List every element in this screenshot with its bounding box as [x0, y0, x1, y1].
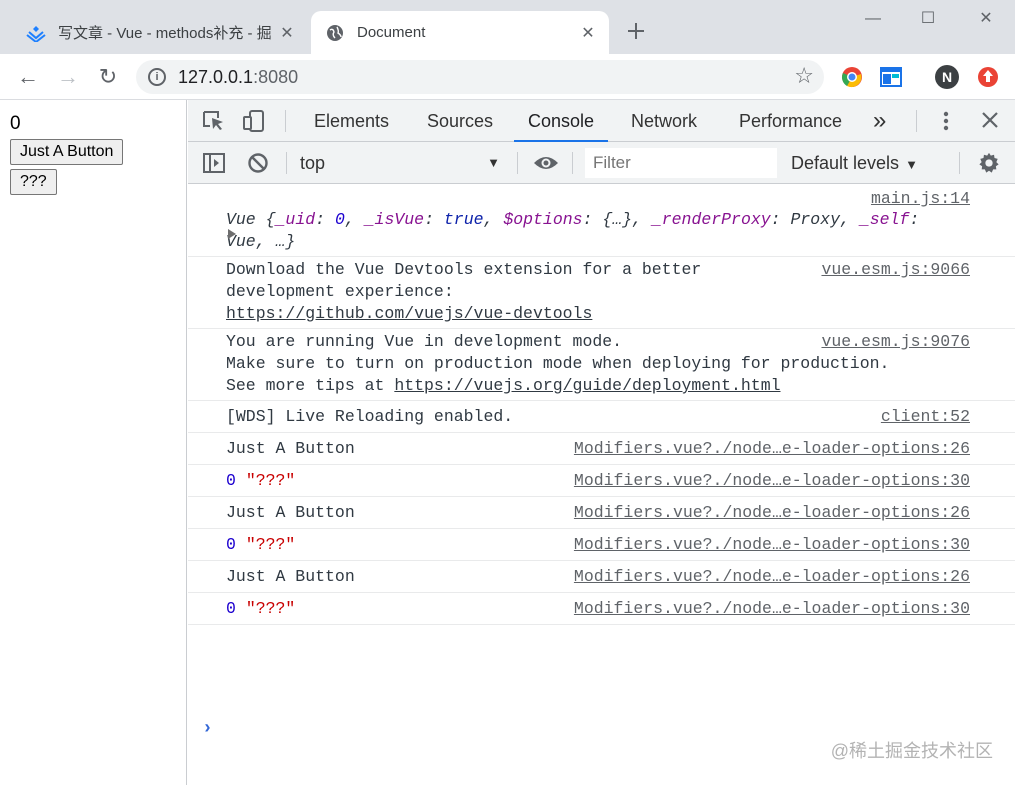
message-text: Download the Vue Devtools extension for … [226, 260, 702, 301]
browser-tab-juejin[interactable]: 写文章 - Vue - methods补充 - 掘 ✕ [12, 11, 308, 54]
devtools-tab-bar: Elements Sources Console Network Perform… [188, 100, 1015, 143]
page-viewport: 0 Just A Button ??? [0, 100, 187, 785]
window-extension-icon[interactable] [879, 65, 903, 89]
divider [517, 152, 518, 174]
bookmark-star-icon[interactable]: ☆ [794, 63, 814, 89]
sidebar-toggle-icon[interactable] [202, 152, 226, 174]
close-devtools-icon[interactable] [978, 110, 1002, 132]
context-select[interactable]: top ▼ [300, 150, 504, 176]
live-expression-eye-icon[interactable] [532, 152, 560, 174]
expand-triangle-icon[interactable] [228, 229, 236, 239]
logged-number: 0 [226, 471, 236, 490]
message-text: [WDS] Live Reloading enabled. [226, 407, 514, 426]
divider [959, 152, 960, 174]
close-window-button[interactable]: ✕ [971, 6, 1001, 32]
logged-number: 0 [226, 599, 236, 618]
console-toolbar: top ▼ Default levels ▼ [188, 142, 1015, 184]
question-button[interactable]: ??? [10, 169, 57, 195]
kebab-menu-icon[interactable] [934, 110, 958, 132]
globe-icon [325, 23, 345, 43]
tab-performance[interactable]: Performance [739, 100, 842, 142]
console-message: vue.esm.js:9076 You are running Vue in d… [188, 329, 1015, 401]
logged-string: "???" [245, 535, 296, 554]
log-levels-dropdown[interactable]: Default levels ▼ [791, 150, 918, 178]
reload-button[interactable]: ↻ [94, 63, 122, 91]
divider [916, 110, 917, 132]
console-message: client:52 [WDS] Live Reloading enabled. [188, 401, 1015, 433]
logged-string: "???" [245, 599, 296, 618]
source-link[interactable]: client:52 [881, 406, 970, 428]
tab-network[interactable]: Network [631, 100, 697, 142]
deployment-guide-link[interactable]: https://vuejs.org/guide/deployment.html [394, 376, 780, 395]
browser-tab-document[interactable]: Document ✕ [311, 11, 609, 54]
clear-console-icon[interactable] [246, 152, 270, 174]
console-filter-input[interactable] [585, 148, 777, 178]
dropdown-caret-icon: ▼ [487, 155, 500, 170]
source-link[interactable]: Modifiers.vue?./node…e-loader-options:26 [574, 438, 970, 460]
address-bar[interactable]: i 127.0.0.1:8080 ☆ [136, 60, 824, 94]
tab-close-icon[interactable]: ✕ [278, 23, 296, 43]
divider [286, 152, 287, 174]
juejin-logo-icon [26, 23, 46, 43]
watermark: @稀土掘金技术社区 [830, 741, 993, 761]
tab-close-icon[interactable]: ✕ [579, 23, 597, 43]
console-message: main.js:14 Vue {_uid: 0, _isVue: true, $… [188, 185, 1015, 257]
minimize-button[interactable]: — [858, 6, 888, 32]
back-button[interactable]: ← [14, 63, 42, 91]
more-tabs-icon[interactable]: » [873, 100, 886, 142]
context-value: top [300, 153, 326, 173]
dropdown-caret-icon: ▼ [905, 157, 918, 172]
console-log-row: Modifiers.vue?./node…e-loader-options:30… [188, 593, 1015, 625]
source-link[interactable]: Modifiers.vue?./node…e-loader-options:30 [574, 534, 970, 556]
counter-value: 0 [10, 113, 21, 134]
chrome-extension-icon[interactable] [840, 65, 864, 89]
source-link[interactable]: Modifiers.vue?./node…e-loader-options:26 [574, 502, 970, 524]
tab-elements[interactable]: Elements [314, 100, 389, 142]
source-link[interactable]: Modifiers.vue?./node…e-loader-options:26 [574, 566, 970, 588]
browser-toolbar: ← → ↻ i 127.0.0.1:8080 ☆ N [0, 54, 1015, 100]
plus-icon [628, 23, 644, 39]
console-prompt[interactable]: › [202, 719, 213, 739]
settings-gear-icon[interactable] [977, 152, 1001, 174]
vue-devtools-link[interactable]: https://github.com/vuejs/vue-devtools [226, 304, 592, 323]
console-log-row: Modifiers.vue?./node…e-loader-options:30… [188, 465, 1015, 497]
tab-strip: 写文章 - Vue - methods补充 - 掘 ✕ Document ✕ —… [0, 0, 1015, 54]
new-tab-button[interactable] [622, 18, 650, 46]
console-log-row: Modifiers.vue?./node…e-loader-options:30… [188, 529, 1015, 561]
maximize-button[interactable]: ☐ [913, 6, 943, 32]
vue-object-preview[interactable]: Vue {_uid: 0, _isVue: true, $options: {…… [226, 209, 970, 253]
profile-avatar[interactable]: N [935, 65, 959, 89]
source-link[interactable]: main.js:14 [871, 188, 970, 210]
console-message: vue.esm.js:9066 Download the Vue Devtool… [188, 257, 1015, 329]
inspect-element-icon[interactable] [202, 110, 226, 132]
source-link[interactable]: Modifiers.vue?./node…e-loader-options:30 [574, 470, 970, 492]
source-link[interactable]: Modifiers.vue?./node…e-loader-options:30 [574, 598, 970, 620]
just-a-button[interactable]: Just A Button [10, 139, 124, 165]
console-log-row: Modifiers.vue?./node…e-loader-options:26… [188, 497, 1015, 529]
update-icon[interactable] [976, 65, 1000, 89]
logged-number: 0 [226, 535, 236, 554]
source-link[interactable]: vue.esm.js:9076 [821, 331, 970, 353]
divider [572, 152, 573, 174]
info-icon[interactable]: i [148, 68, 166, 86]
console-log-row: Modifiers.vue?./node…e-loader-options:26… [188, 433, 1015, 465]
tab-title: 写文章 - Vue - methods补充 - 掘 [58, 25, 272, 42]
levels-label: Default levels [791, 153, 900, 173]
console-log-row: Modifiers.vue?./node…e-loader-options:26… [188, 561, 1015, 593]
devtools-panel: Elements Sources Console Network Perform… [188, 100, 1015, 785]
source-link[interactable]: vue.esm.js:9066 [821, 259, 970, 281]
url-text[interactable]: 127.0.0.1:8080 [178, 67, 298, 88]
divider [285, 110, 286, 132]
forward-button[interactable]: → [54, 63, 82, 91]
logged-string: "???" [245, 471, 296, 490]
tab-sources[interactable]: Sources [427, 100, 493, 142]
device-toolbar-icon[interactable] [242, 110, 266, 132]
tab-console[interactable]: Console [513, 100, 609, 143]
console-output: main.js:14 Vue {_uid: 0, _isVue: true, $… [188, 185, 1015, 739]
tab-title: Document [357, 24, 426, 41]
